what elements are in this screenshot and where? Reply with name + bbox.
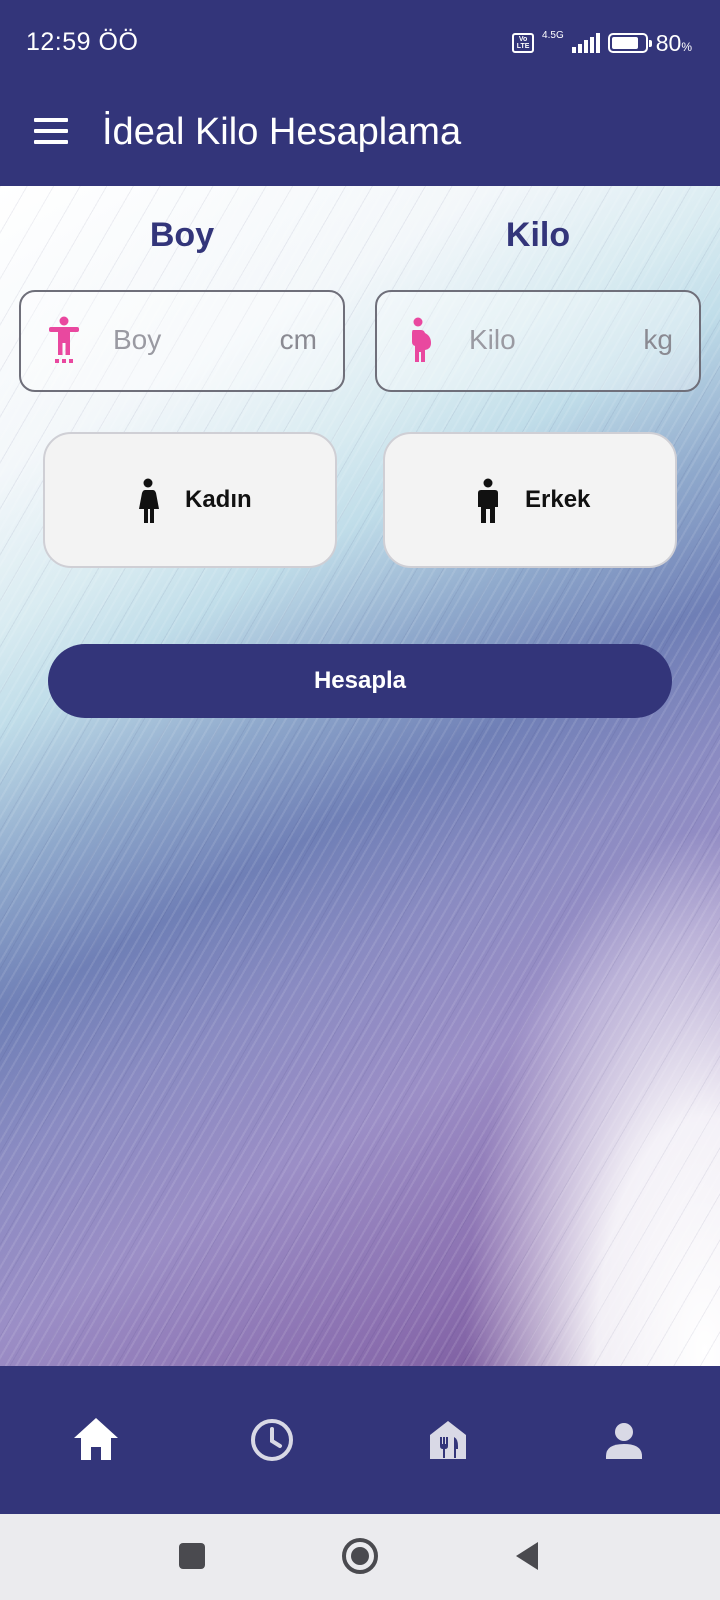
home-circle-icon (342, 1538, 378, 1574)
pregnant-person-icon (412, 317, 431, 362)
nav-profile[interactable] (594, 1410, 654, 1470)
back-button[interactable] (506, 1534, 550, 1578)
system-navigation-bar (0, 1514, 720, 1600)
recents-square-icon (179, 1543, 205, 1569)
height-unit: cm (279, 324, 317, 355)
home-system-button[interactable] (338, 1534, 382, 1578)
clock-icon (251, 1419, 293, 1461)
main-content: Boy Kilo Boy cm Kilo kg Kadın Erkek Hesa… (0, 186, 720, 1366)
restaurant-icon (430, 1421, 466, 1459)
signal-icon (571, 33, 600, 53)
male-button[interactable]: Erkek (383, 432, 677, 568)
weight-input[interactable]: Kilo kg (375, 290, 701, 392)
battery-icon (607, 33, 652, 53)
network-type-label: 4.5G (542, 29, 564, 41)
height-placeholder: Boy (113, 324, 162, 355)
recents-button[interactable] (170, 1534, 214, 1578)
female-label: Kadın (185, 486, 252, 513)
app-bar: İdeal Kilo Hesaplama (0, 86, 720, 186)
back-triangle-icon (516, 1542, 538, 1570)
male-label: Erkek (525, 486, 591, 513)
female-button[interactable]: Kadın (43, 432, 337, 568)
home-icon (74, 1418, 118, 1460)
height-input[interactable]: Boy cm (19, 290, 345, 392)
weight-unit: kg (643, 324, 673, 355)
height-person-icon (49, 316, 79, 363)
nav-history[interactable] (242, 1410, 302, 1470)
volte-icon: Vo LTE (512, 33, 535, 53)
calculate-button[interactable]: Hesapla (48, 644, 672, 718)
nav-diet[interactable] (418, 1410, 478, 1470)
height-heading: Boy (149, 216, 215, 254)
battery-percent: 80% (655, 29, 692, 56)
weight-placeholder: Kilo (469, 324, 516, 355)
status-time: 12:59 ÖÖ (26, 28, 139, 56)
bottom-navigation (0, 1366, 720, 1514)
status-bar: 12:59 ÖÖ Vo LTE 4.5G 80% (0, 0, 720, 86)
nav-home[interactable] (66, 1410, 126, 1470)
status-indicators: Vo LTE 4.5G 80% (512, 28, 692, 58)
person-icon (606, 1423, 642, 1459)
hamburger-menu-icon[interactable] (34, 114, 70, 154)
battery-level-fill (611, 37, 638, 49)
app-title: İdeal Kilo Hesaplama (102, 111, 462, 153)
weight-heading: Kilo (505, 216, 571, 254)
man-icon (478, 478, 498, 523)
woman-icon (139, 478, 159, 523)
